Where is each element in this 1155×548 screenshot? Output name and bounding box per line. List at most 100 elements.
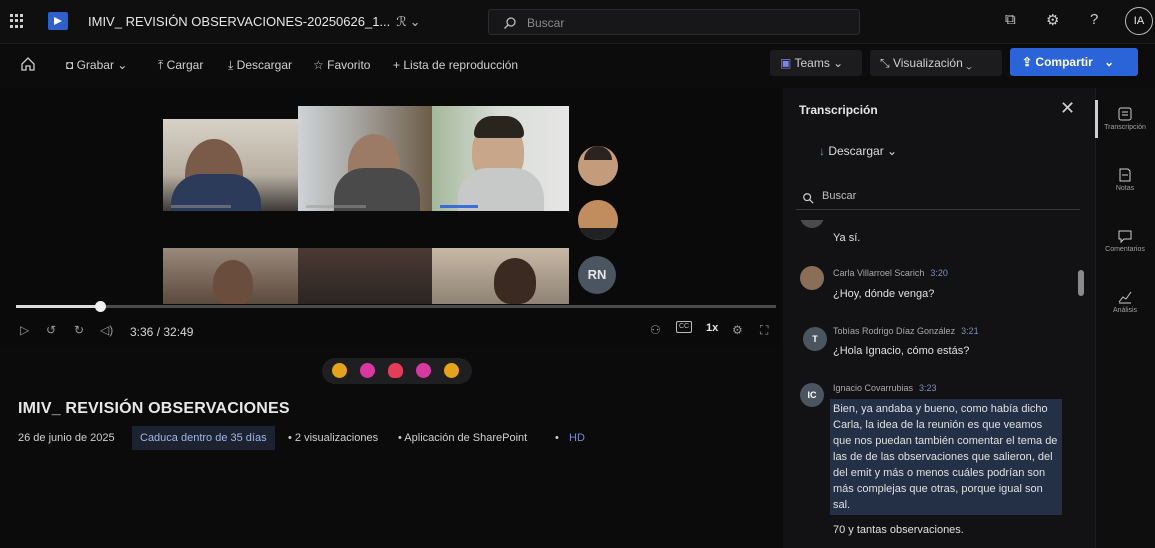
expiration-badge[interactable]: Caduca dentro de 35 días <box>132 426 275 450</box>
search-icon <box>504 17 516 29</box>
top-search-box[interactable]: Buscar <box>488 9 860 35</box>
captions-button[interactable]: CC <box>676 321 692 333</box>
upload-label: Cargar <box>166 58 204 72</box>
volume-icon[interactable]: ◁) <box>100 323 113 337</box>
teams-label: Teams <box>794 56 830 70</box>
share-network-icon[interactable]: ⧉ <box>1005 11 1016 28</box>
timestamp-link[interactable]: 3:23 <box>919 383 937 393</box>
upload-icon: ⤒ <box>158 58 164 72</box>
laugh-reaction-icon[interactable] <box>360 363 375 378</box>
time-display: 3:36 / 32:49 <box>130 325 194 339</box>
transcript-search-input[interactable]: Buscar <box>796 186 1080 210</box>
star-icon: ☆ <box>313 58 324 72</box>
quality-separator: • <box>555 432 559 444</box>
help-icon[interactable]: ? <box>1090 11 1098 28</box>
transcript-title: Transcripción <box>799 103 878 117</box>
favorite-button[interactable]: ☆ Favorito <box>313 58 370 72</box>
fullscreen-icon[interactable]: ⛶ <box>760 323 768 338</box>
heart-reaction-icon[interactable] <box>388 363 403 378</box>
settings-icon[interactable]: ⚙ <box>732 323 743 337</box>
participants-icon[interactable]: ⚇ <box>650 323 661 337</box>
rail-comments-label: Comentarios <box>1105 246 1145 253</box>
favorite-label: Favorito <box>327 58 371 72</box>
rail-notes-label: Notas <box>1115 185 1135 192</box>
rail-transcript-button[interactable]: Transcripción <box>1095 106 1155 131</box>
playlist-button[interactable]: + Lista de reproducción <box>393 58 518 72</box>
timestamp-link[interactable]: 3:21 <box>961 326 979 336</box>
sensitivity-icon: ℛ <box>396 14 407 29</box>
transcript-scrollbar[interactable] <box>1078 270 1084 296</box>
settings-icon[interactable]: ⚙ <box>1046 11 1059 29</box>
home-icon[interactable] <box>20 56 36 77</box>
download-icon: ⤓ <box>228 58 234 72</box>
transcript-download-button[interactable]: ↓ Descargar ⌄ <box>819 144 897 158</box>
playback-speed[interactable]: 1x <box>706 322 718 334</box>
file-title-text: IMIV_ REVISIÓN OBSERVACIONES-20250626_1.… <box>88 14 391 29</box>
record-label: Grabar <box>76 58 114 72</box>
top-search-placeholder: Buscar <box>527 16 565 30</box>
surprised-reaction-icon[interactable] <box>416 363 431 378</box>
participant-initials-avatar: RN <box>578 256 616 294</box>
rail-notes-button[interactable]: Notas <box>1095 167 1155 192</box>
transcript-text[interactable]: 70 y tantas observaciones. <box>833 522 964 538</box>
recording-date: 26 de junio de 2025 <box>18 432 115 444</box>
app-launcher-icon[interactable] <box>10 14 24 28</box>
rail-comments-button[interactable]: Comentarios <box>1095 228 1155 253</box>
file-title[interactable]: IMIV_ REVISIÓN OBSERVACIONES-20250626_1.… <box>88 14 421 30</box>
transcript-avatar <box>800 220 824 228</box>
transcript-search-placeholder: Buscar <box>822 190 857 202</box>
playlist-label: Lista de reproducción <box>403 58 519 72</box>
close-icon[interactable]: ✕ <box>1060 98 1075 119</box>
side-rail <box>1095 88 1155 548</box>
search-icon <box>803 193 814 204</box>
speaker-avatar <box>800 266 824 290</box>
speaker-name: Ignacio Covarrubias <box>833 383 914 393</box>
clap-reaction-icon[interactable] <box>444 363 459 378</box>
download-label: Descargar <box>236 58 293 72</box>
progress-track[interactable] <box>16 305 776 308</box>
participant-tile <box>163 119 298 211</box>
play-icon[interactable]: ▷ <box>20 323 29 337</box>
rewind-10-icon[interactable]: ↺ <box>46 323 56 337</box>
participant-tile <box>163 248 298 304</box>
like-reaction-icon[interactable] <box>332 363 347 378</box>
plus-icon: + <box>393 58 401 72</box>
view-count: • 2 visualizaciones <box>288 432 379 444</box>
teams-button[interactable]: ▣ Teams ⌄ <box>770 50 862 76</box>
share-button[interactable]: ⇪ Compartir ⌄ <box>1010 48 1138 76</box>
record-button[interactable]: ◘ Grabar ⌄ <box>66 58 127 72</box>
speaker-line: Tobías Rodrigo Díaz González 3:21 <box>833 326 979 336</box>
teams-icon: ▣ <box>780 56 792 70</box>
transcript-text[interactable]: ¿Hoy, dónde venga? <box>833 286 934 302</box>
reactions-bar <box>322 358 472 384</box>
participant-tile <box>298 248 432 304</box>
transcript-text[interactable]: Ya sí. <box>833 230 860 246</box>
user-avatar[interactable]: IA <box>1125 7 1153 35</box>
speaker-line: Ignacio Covarrubias 3:23 <box>833 383 937 393</box>
chevron-down-icon: ⌄ <box>833 56 844 70</box>
progress-handle[interactable] <box>95 301 106 312</box>
app-source: • Aplicación de SharePoint <box>398 432 528 444</box>
view-button[interactable]: ⤡ Visualización ⌄ <box>870 50 1002 76</box>
participant-tile <box>432 248 569 304</box>
download-button[interactable]: ⤓ Descargar <box>228 58 292 73</box>
video-title: IMIV_ REVISIÓN OBSERVACIONES <box>18 400 290 417</box>
transcript-text[interactable]: ¿Hola Ignacio, cómo estás? <box>833 343 969 359</box>
speaker-name: Tobías Rodrigo Díaz González <box>833 326 956 336</box>
transcript-text-highlighted[interactable]: Bien, ya andaba y bueno, como había dich… <box>830 399 1062 515</box>
rail-transcript-label: Transcripción <box>1104 124 1146 131</box>
quality-badge: HD <box>569 432 585 444</box>
transcript-icon <box>1118 107 1132 121</box>
transcript-download-label: Descargar <box>828 144 884 158</box>
forward-10-icon[interactable]: ↻ <box>74 323 84 337</box>
chevron-down-icon: ⌄ <box>966 56 972 70</box>
video-file-icon <box>48 12 68 30</box>
upload-button[interactable]: ⤒ Cargar <box>158 58 203 73</box>
chevron-down-icon: ⌄ <box>1104 55 1115 69</box>
chevron-down-icon: ⌄ <box>887 144 898 158</box>
rail-analytics-button[interactable]: Análisis <box>1095 289 1155 314</box>
notes-icon <box>1119 168 1131 182</box>
participant-avatar <box>578 146 618 186</box>
download-icon: ↓ <box>819 144 825 158</box>
timestamp-link[interactable]: 3:20 <box>930 268 948 278</box>
